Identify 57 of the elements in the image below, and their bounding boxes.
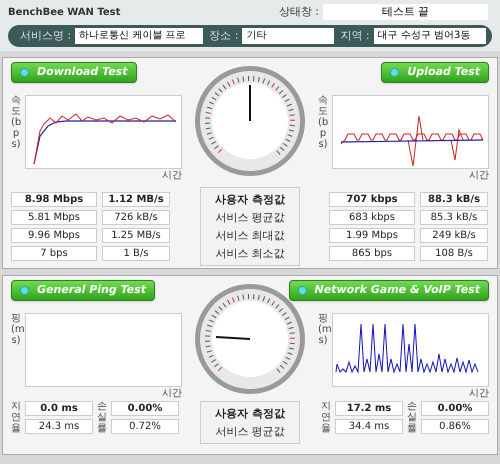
value-cell: 707 kbps (329, 192, 415, 207)
test-button[interactable]: Network Game & VoIP Test (288, 280, 489, 301)
value-cell: 0.00% (421, 401, 489, 416)
axis-label: 속도(bps) (11, 95, 21, 152)
value-cell: 0.72% (111, 419, 179, 434)
value-cell: 17.2 ms (335, 401, 403, 416)
value-cell: 0.00% (111, 401, 179, 416)
axis-label: 손실률 (407, 401, 417, 434)
axis-label: 지연율 (11, 401, 21, 434)
test-button[interactable]: Download Test (11, 62, 136, 83)
value-cell: 1.12 MB/s (102, 192, 170, 207)
row-label: 사용자 측정값 (215, 192, 285, 207)
field-label: 지역 : (340, 28, 370, 44)
value-cell: 726 kB/s (102, 210, 170, 225)
row-label: 사용자 측정값 (215, 406, 285, 421)
value-cell: 34.4 ms (335, 419, 403, 434)
value-cell: 5.81 Mbps (11, 210, 97, 225)
info-field: 하나로통신 케이블 프로 (75, 28, 204, 44)
value-cell: 1 B/s (102, 246, 170, 261)
status-light-icon (390, 68, 400, 77)
value-cell: 683 kbps (329, 210, 415, 225)
value-cell: 7 bps (11, 246, 97, 261)
row-label: 서비스 최대값 (215, 228, 285, 243)
axis-label: 속도(bps) (318, 95, 328, 152)
status-light-icon (20, 286, 29, 295)
status-light-icon (298, 286, 307, 295)
value-cell: 1.25 MB/s (102, 228, 170, 243)
field-label: 장소 : (209, 28, 238, 44)
axis-label: 시간 (469, 169, 489, 183)
window-title: BenchBee WAN Test (8, 6, 120, 20)
axis-label: 시간 (162, 387, 182, 401)
axis-label: 시간 (162, 169, 182, 183)
value-cell: 0.0 ms (25, 401, 93, 416)
status-label: 상태창 : (278, 4, 319, 20)
value-cell: 88.3 kB/s (420, 192, 488, 207)
field-label: 서비스명 : (20, 28, 72, 44)
axis-label: 손실률 (97, 401, 107, 434)
row-label: 서비스 평균값 (215, 424, 285, 439)
test-button[interactable]: General Ping Test (11, 280, 155, 301)
value-cell: 85.3 kB/s (420, 210, 488, 225)
info-field: 기타 (242, 28, 334, 44)
axis-label: 시간 (469, 387, 489, 401)
value-cell: 0.86% (421, 419, 489, 434)
value-cell: 108 B/s (420, 246, 488, 261)
value-cell: 249 kB/s (420, 228, 488, 243)
status-field: 테스트 끝 (323, 4, 488, 20)
info-field: 대구 수성구 범어3동 (374, 28, 486, 44)
axis-label: 지연율 (321, 401, 331, 434)
value-cell: 24.3 ms (25, 419, 93, 434)
test-button[interactable]: Upload Test (381, 62, 489, 83)
value-cell: 865 bps (329, 246, 415, 261)
value-cell: 9.96 Mbps (11, 228, 97, 243)
value-cell: 8.98 Mbps (11, 192, 97, 207)
value-cell: 1.99 Mbps (329, 228, 415, 243)
status-light-icon (20, 68, 29, 77)
row-label: 서비스 평균값 (215, 210, 285, 225)
row-label: 서비스 최소값 (215, 246, 285, 261)
